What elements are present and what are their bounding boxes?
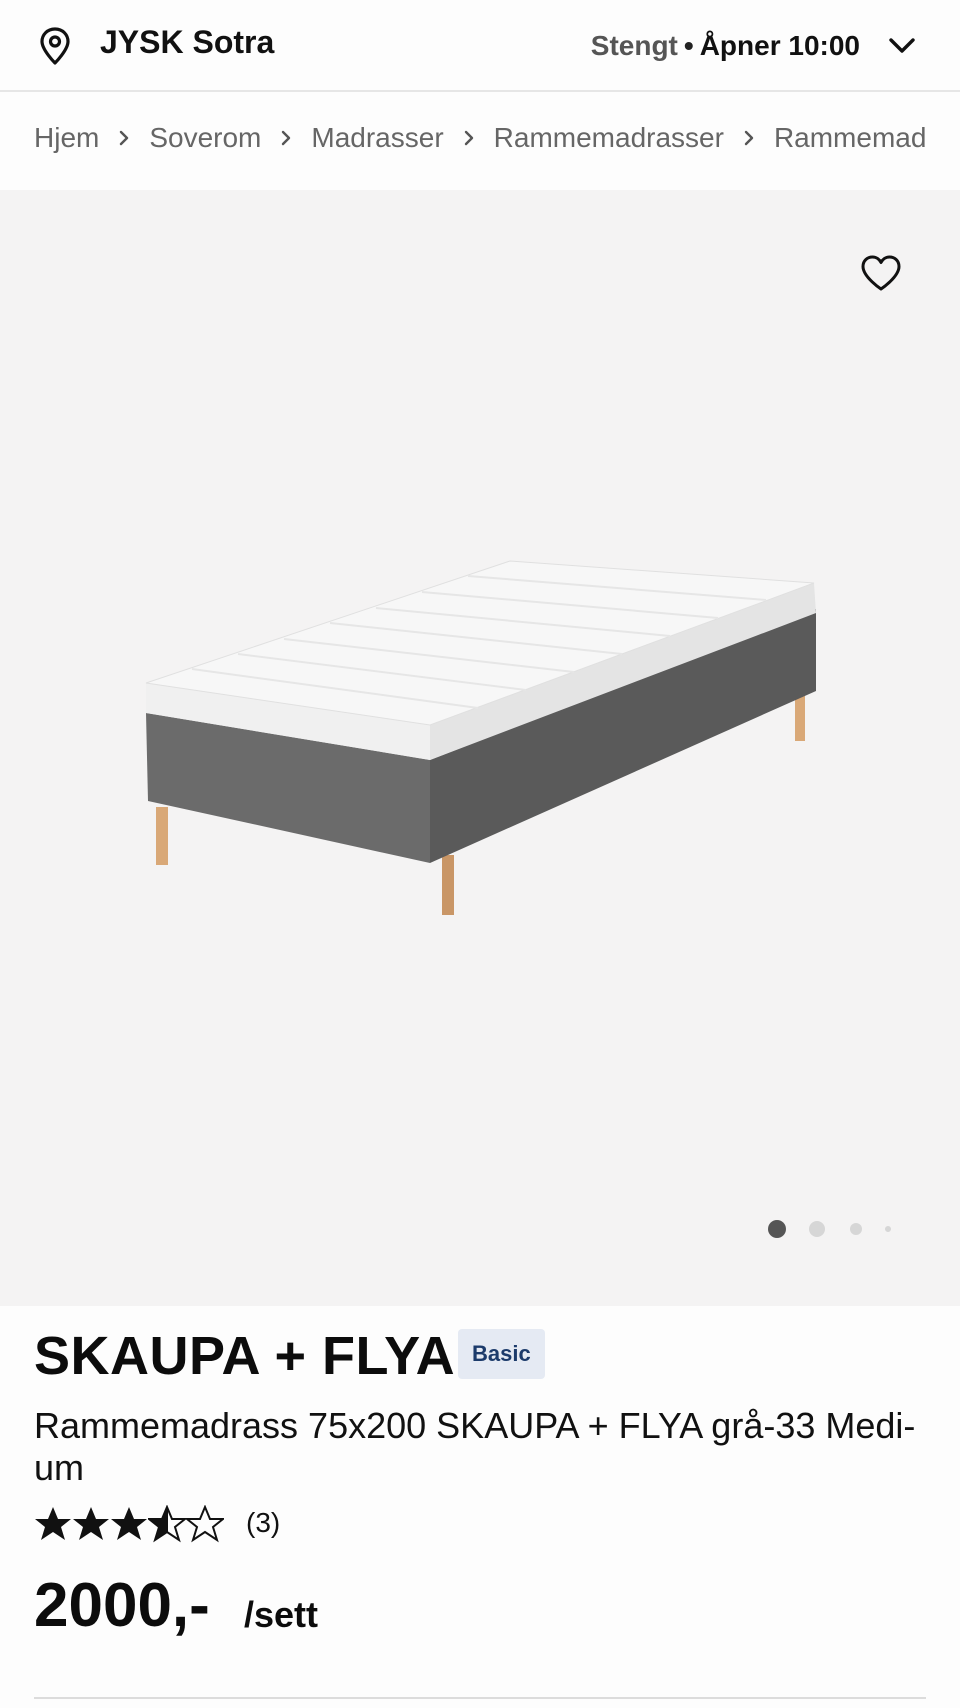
breadcrumb-rammemadrasser[interactable]: Rammemadrasser	[494, 122, 724, 154]
gallery-dot[interactable]	[809, 1221, 825, 1237]
heart-icon[interactable]	[860, 254, 902, 292]
chevron-right-icon	[261, 122, 311, 154]
chevron-right-icon	[724, 122, 774, 154]
star-full-icon	[111, 1507, 147, 1540]
store-opening-status[interactable]: Stengt • Åpner 10:00	[591, 30, 860, 62]
chevron-down-icon[interactable]	[886, 32, 918, 60]
breadcrumb-madrasser[interactable]: Madrasser	[311, 122, 443, 154]
breadcrumb-home[interactable]: Hjem	[34, 122, 99, 154]
review-count[interactable]: (3)	[246, 1507, 280, 1539]
price-unit: /sett	[244, 1594, 319, 1635]
star-full-icon	[35, 1507, 71, 1540]
store-bar[interactable]: JYSK Sotra Stengt • Åpner 10:00	[0, 0, 960, 92]
star-empty-icon	[186, 1505, 224, 1543]
divider	[34, 1697, 926, 1699]
product-price: 2000,-	[34, 1571, 210, 1640]
chevron-right-icon	[444, 122, 494, 154]
product-badge: Basic	[458, 1329, 545, 1379]
breadcrumb: Hjem Soverom Madrasser Rammemadrasser Rammem…	[34, 120, 926, 164]
product-description: Rammemadrass 75x200 SKAUPA + FLYA grå-33…	[34, 1405, 934, 1489]
product-gallery[interactable]	[0, 190, 960, 1306]
breadcrumb-current[interactable]: Rammemadrasser	[774, 122, 926, 154]
star-full-icon	[73, 1507, 109, 1540]
store-status-closed: Stengt	[590, 30, 678, 61]
breadcrumb-soverom[interactable]: Soverom	[149, 122, 261, 154]
gallery-dot[interactable]	[885, 1226, 891, 1232]
gallery-dot-active[interactable]	[768, 1220, 786, 1238]
product-subtitle: Rammemadrass 75x200 SKAUPA + FLYA grå-33…	[34, 1405, 916, 1488]
chevron-right-icon	[99, 122, 149, 154]
store-status-opens: Åpner 10:00	[699, 30, 860, 61]
store-name[interactable]: JYSK Sotra	[100, 24, 274, 61]
product-title: SKAUPA + FLYA	[34, 1326, 456, 1386]
gallery-dot[interactable]	[850, 1223, 862, 1235]
product-image[interactable]	[140, 555, 830, 940]
star-half-icon	[148, 1505, 186, 1543]
status-separator: •	[683, 30, 694, 61]
location-pin-icon	[40, 27, 70, 65]
